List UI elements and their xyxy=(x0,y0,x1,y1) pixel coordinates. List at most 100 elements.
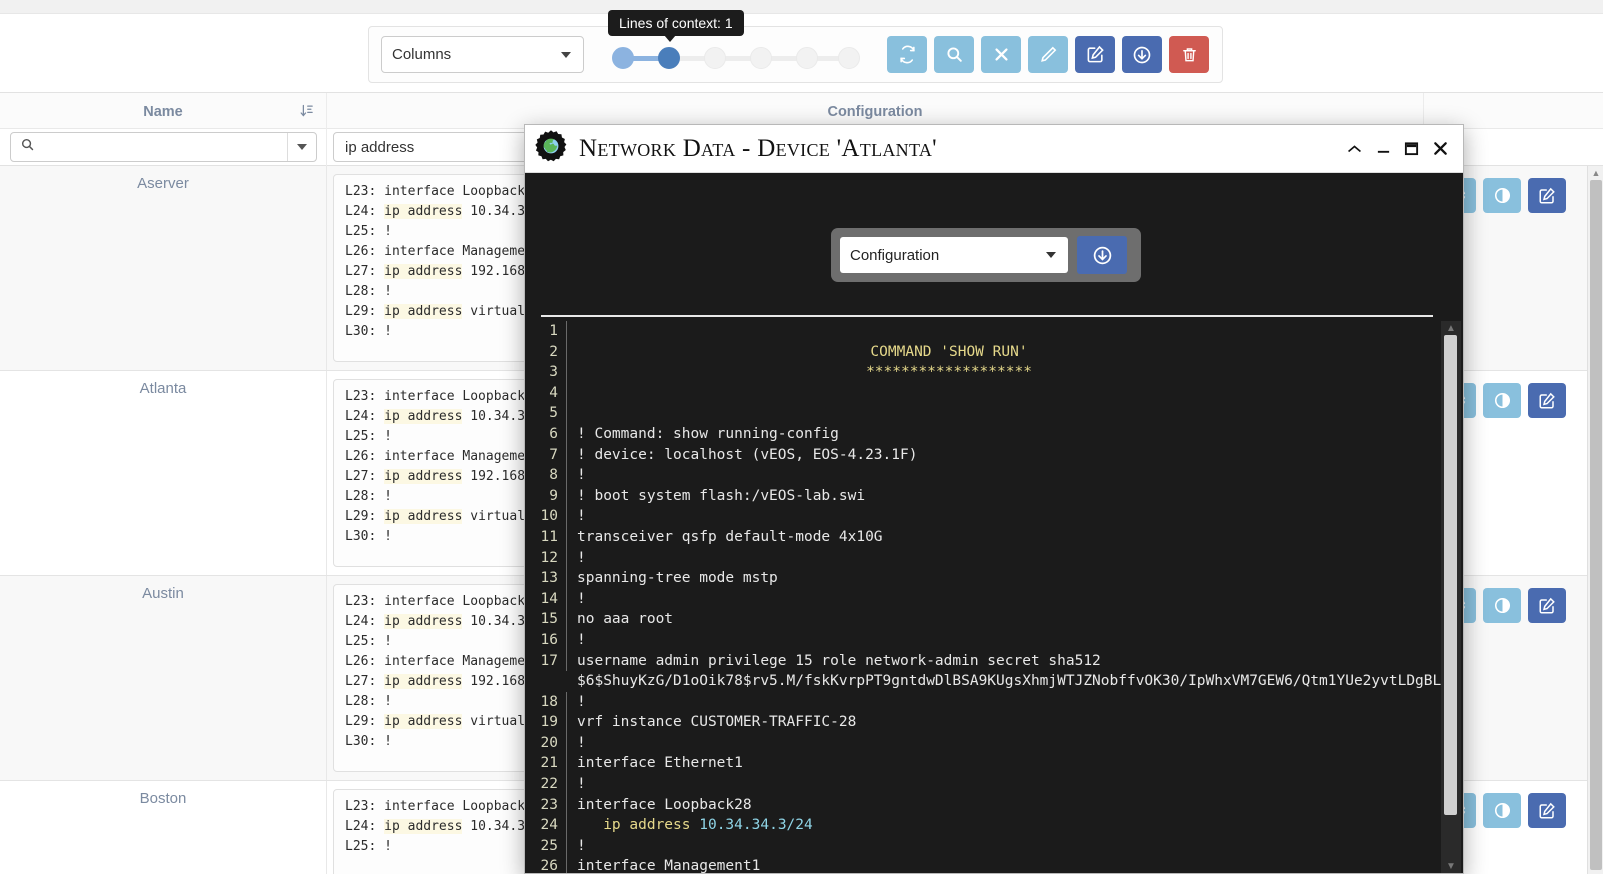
row-contrast-button[interactable] xyxy=(1483,793,1521,828)
chevron-down-icon xyxy=(1046,252,1056,258)
terminal-line-number: 6 xyxy=(525,423,567,445)
terminal-line: 4 xyxy=(525,382,1441,404)
snip-lno: L27: xyxy=(345,674,377,689)
terminal-line-number: 12 xyxy=(525,547,567,569)
column-header-configuration-label: Configuration xyxy=(827,103,923,120)
download-button[interactable] xyxy=(1122,36,1162,73)
terminal-banner-title: COMMAND 'SHOW RUN' xyxy=(870,343,1028,360)
snip-match: ip address xyxy=(384,819,463,834)
refresh-button[interactable] xyxy=(887,36,927,73)
terminal-scrollbar[interactable]: ▲ ▼ xyxy=(1441,321,1461,873)
lines-of-context-slider[interactable] xyxy=(612,47,860,69)
clear-button[interactable] xyxy=(981,36,1021,73)
compose-button[interactable] xyxy=(1075,36,1115,73)
scroll-up-arrow-icon[interactable]: ▲ xyxy=(1588,166,1603,180)
sort-desc-icon[interactable] xyxy=(299,103,314,122)
snip-text: interface Loopback2 xyxy=(384,389,533,404)
scroll-up-arrow-icon[interactable]: ▲ xyxy=(1441,321,1461,335)
row-name-label: Austin xyxy=(142,585,184,602)
snip-lno: L24: xyxy=(345,409,377,424)
terminal-line-text: ! xyxy=(577,467,586,484)
slider-dot-5[interactable] xyxy=(838,47,860,69)
snip-lno: L24: xyxy=(345,614,377,629)
terminal-line: 3 ******************* xyxy=(525,362,1441,383)
collapse-button[interactable] xyxy=(1346,142,1363,156)
row-name-cell: Boston xyxy=(0,781,327,874)
page-scrollbar[interactable]: ▲ xyxy=(1587,166,1603,874)
snip-text: virtual xyxy=(462,714,526,729)
modal-body: Configuration 1 2 COMMAND 'SHOW RUN' 3 ***… xyxy=(525,173,1463,873)
minimize-button[interactable] xyxy=(1376,142,1391,156)
terminal-line: 1 xyxy=(525,321,1441,342)
terminal-line-number: 14 xyxy=(525,588,567,610)
snip-text: interface Loopback2 xyxy=(384,184,533,199)
row-edit-button[interactable] xyxy=(1528,588,1566,623)
search-button[interactable] xyxy=(934,36,974,73)
edit-pencil-button[interactable] xyxy=(1028,36,1068,73)
snip-text: ! xyxy=(384,734,392,749)
row-contrast-button[interactable] xyxy=(1483,588,1521,623)
name-search-input[interactable] xyxy=(10,132,317,162)
modal-header[interactable]: Network Data - Device 'Atlanta' xyxy=(525,125,1463,173)
terminal-line: 19 vrf instance CUSTOMER-TRAFFIC-28 xyxy=(525,712,1441,733)
terminal-line: 5 xyxy=(525,403,1441,424)
snip-lno: L30: xyxy=(345,324,377,339)
row-contrast-button[interactable] xyxy=(1483,383,1521,418)
snip-text: interface Loopback2 xyxy=(384,799,533,814)
row-edit-button[interactable] xyxy=(1528,383,1566,418)
snip-match: ip address xyxy=(384,204,463,219)
row-name-cell: Aserver xyxy=(0,166,327,370)
terminal-line-number: 26 xyxy=(525,856,567,873)
terminal-line-text: ! xyxy=(577,508,586,525)
row-edit-button[interactable] xyxy=(1528,178,1566,213)
snip-lno: L26: xyxy=(345,654,377,669)
window-controls xyxy=(1346,140,1453,157)
snip-lno: L27: xyxy=(345,264,377,279)
minimize-icon xyxy=(1377,150,1390,153)
terminal-line-text: ! boot system flash:/vEOS-lab.swi xyxy=(577,487,866,504)
terminal-line-number: 19 xyxy=(525,712,567,733)
terminal-line-text: no aaa root xyxy=(577,611,674,628)
close-icon xyxy=(1434,142,1447,155)
terminal-line: 14! xyxy=(525,588,1441,610)
terminal-line: 23 interface Loopback28 xyxy=(525,794,1441,816)
contrast-icon xyxy=(1494,597,1510,614)
slider-dot-2[interactable] xyxy=(704,47,726,69)
scroll-down-arrow-icon[interactable]: ▼ xyxy=(1441,859,1461,873)
edit-square-icon xyxy=(1539,802,1555,818)
terminal-line: 11 transceiver qsfp default-mode 4x10G xyxy=(525,526,1441,548)
terminal-line-text: ! xyxy=(577,693,586,710)
page-scrollbar-thumb[interactable] xyxy=(1590,180,1602,870)
columns-dropdown[interactable]: Columns xyxy=(381,36,584,73)
slider-dot-0[interactable] xyxy=(612,47,634,69)
terminal-line-text: ! xyxy=(577,837,586,854)
modal-download-button[interactable] xyxy=(1077,236,1127,274)
terminal-line-number: 22 xyxy=(525,774,567,795)
snip-lno: L29: xyxy=(345,509,377,524)
terminal-line-text: ! xyxy=(577,776,586,793)
slider-dot-4[interactable] xyxy=(796,47,818,69)
terminal-line-text: ! device: localhost (vEOS, EOS-4.23.1F) xyxy=(577,446,918,463)
close-button[interactable] xyxy=(1432,140,1449,157)
slider-tooltip: Lines of context: 1 xyxy=(608,10,744,42)
trash-icon xyxy=(1182,47,1196,61)
terminal-line: 22! xyxy=(525,774,1441,795)
name-filter-dropdown-button[interactable] xyxy=(287,133,316,161)
snip-text: 192.168 xyxy=(462,674,526,689)
row-contrast-button[interactable] xyxy=(1483,178,1521,213)
slider-dot-1-active[interactable] xyxy=(658,47,680,69)
snip-lno: L27: xyxy=(345,469,377,484)
terminal-line-text: ! xyxy=(577,631,586,648)
row-edit-button[interactable] xyxy=(1528,793,1566,828)
terminal-line: 16! xyxy=(525,629,1441,651)
modal-view-dropdown[interactable]: Configuration xyxy=(840,237,1068,273)
slider-dot-3[interactable] xyxy=(750,47,772,69)
network-data-modal: Network Data - Device 'Atlanta' Configur… xyxy=(524,124,1464,874)
maximize-button[interactable] xyxy=(1404,141,1419,156)
column-header-name[interactable]: Name xyxy=(0,93,327,130)
terminal-line-number: 16 xyxy=(525,629,567,651)
snip-text: 192.168 xyxy=(462,264,526,279)
modal-divider xyxy=(541,315,1433,317)
delete-button[interactable] xyxy=(1169,36,1209,73)
terminal-scrollbar-thumb[interactable] xyxy=(1444,335,1457,815)
